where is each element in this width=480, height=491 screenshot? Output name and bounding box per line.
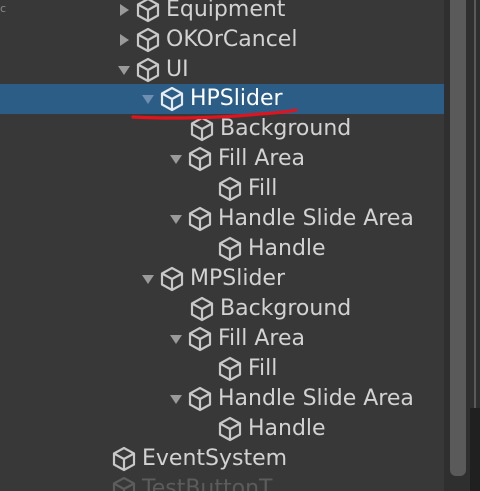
hierarchy-item-background[interactable]: Background <box>0 114 444 144</box>
hierarchy-item-label: EventSystem <box>142 446 288 471</box>
hierarchy-item-fill-area[interactable]: Fill Area <box>0 324 444 354</box>
expanded-arrow-icon[interactable] <box>114 55 134 85</box>
gameobject-cube-icon <box>110 444 138 474</box>
gameobject-cube-icon <box>158 84 186 114</box>
gameobject-cube-icon <box>186 384 214 414</box>
gameobject-cube-icon <box>188 294 216 324</box>
expanded-arrow-icon[interactable] <box>138 264 158 294</box>
hierarchy-item-hpslider[interactable]: HPSlider <box>0 84 444 114</box>
hierarchy-item-label: Background <box>220 296 352 321</box>
hierarchy-item-label: Fill Area <box>218 326 306 351</box>
hierarchy-item-label: Equipment <box>166 0 286 22</box>
hierarchy-item-ui[interactable]: UI <box>0 55 444 85</box>
scrollbar-gutter-end <box>470 408 480 491</box>
hierarchy-item-label: Fill <box>248 176 278 201</box>
hierarchy-item-label: UI <box>166 57 189 82</box>
gameobject-cube-icon <box>186 144 214 174</box>
expanded-arrow-icon[interactable] <box>138 84 158 114</box>
gameobject-cube-icon <box>216 234 244 264</box>
hierarchy-item-label: Background <box>220 116 352 141</box>
gameobject-cube-icon <box>188 114 216 144</box>
hierarchy-item-eventsystem[interactable]: EventSystem <box>0 444 444 474</box>
hierarchy-item-label: Handle <box>248 236 326 261</box>
gameobject-cube-icon <box>216 174 244 204</box>
gameobject-cube-icon <box>186 324 214 354</box>
hierarchy-item-mpslider[interactable]: MPSlider <box>0 264 444 294</box>
hierarchy-item-label: Handle Slide Area <box>218 206 414 231</box>
hierarchy-item-handle-slide-area[interactable]: Handle Slide Area <box>0 384 444 414</box>
scrollbar-gutter <box>474 0 476 408</box>
scrollbar-thumb[interactable] <box>450 0 466 476</box>
expanded-arrow-icon[interactable] <box>166 144 186 174</box>
expanded-arrow-icon[interactable] <box>166 204 186 234</box>
hierarchy-item-label: HPSlider <box>190 86 283 111</box>
hierarchy-item-label: Handle <box>248 416 326 441</box>
hierarchy-item-fill[interactable]: Fill <box>0 354 444 384</box>
hierarchy-item-fill[interactable]: Fill <box>0 174 444 204</box>
collapsed-arrow-icon[interactable] <box>114 25 134 55</box>
hierarchy-item-label: MPSlider <box>190 266 285 291</box>
gameobject-cube-icon <box>134 25 162 55</box>
gameobject-cube-icon <box>216 354 244 384</box>
gameobject-cube-icon <box>134 0 162 25</box>
hierarchy-window: ϲ Equipment OKOrCancel UI HPSlider Backg… <box>0 0 480 491</box>
gameobject-cube-icon <box>216 414 244 444</box>
gameobject-cube-icon <box>134 55 162 85</box>
hierarchy-item-label: Handle Slide Area <box>218 386 414 411</box>
expanded-arrow-icon[interactable] <box>166 324 186 354</box>
hierarchy-item-background[interactable]: Background <box>0 294 444 324</box>
hierarchy-item-okorcancel[interactable]: OKOrCancel <box>0 25 444 55</box>
expanded-arrow-icon[interactable] <box>166 384 186 414</box>
hierarchy-item-handle[interactable]: Handle <box>0 414 444 444</box>
hierarchy-item-label: Fill <box>248 356 278 381</box>
gameobject-cube-icon <box>110 474 138 491</box>
gameobject-cube-icon <box>158 264 186 294</box>
hierarchy-item-testbuttont[interactable]: TestButtonT <box>0 474 444 491</box>
collapsed-arrow-icon[interactable] <box>114 0 134 25</box>
hierarchy-item-label: Fill Area <box>218 146 306 171</box>
hierarchy-item-handle-slide-area[interactable]: Handle Slide Area <box>0 204 444 234</box>
hierarchy-item-equipment[interactable]: Equipment <box>0 0 444 25</box>
hierarchy-item-fill-area[interactable]: Fill Area <box>0 144 444 174</box>
hierarchy-item-label: TestButtonT <box>142 476 273 491</box>
hierarchy-item-label: OKOrCancel <box>166 27 298 52</box>
hierarchy-item-handle[interactable]: Handle <box>0 234 444 264</box>
gameobject-cube-icon <box>186 204 214 234</box>
